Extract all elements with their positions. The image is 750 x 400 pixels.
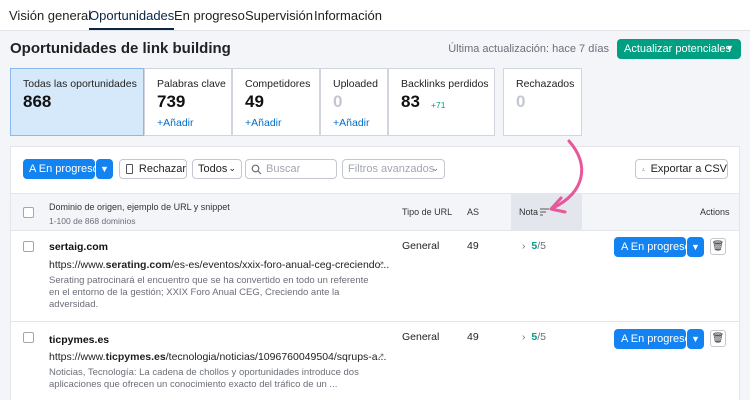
external-link-icon[interactable]: ↗ bbox=[377, 259, 385, 270]
sort-icon[interactable] bbox=[540, 208, 550, 217]
reject-button[interactable]: Rechazar bbox=[119, 159, 187, 179]
row-url[interactable]: https://www.ticpymes.es/tecnologia/notic… bbox=[49, 351, 386, 363]
row-url-type: General bbox=[402, 240, 440, 252]
in-progress-button[interactable]: A En progreso bbox=[23, 159, 99, 179]
row-snippet: Noticias, Tecnología: La cadena de choll… bbox=[49, 367, 359, 390]
table-header: Dominio de origen, ejemplo de URL y snip… bbox=[11, 193, 739, 231]
col-header-rating[interactable]: Nota bbox=[519, 207, 538, 217]
chevron-down-icon: ▼ bbox=[725, 43, 734, 53]
tab-informacion[interactable]: Información bbox=[314, 8, 382, 23]
main-area: Oportunidades de link building Última ac… bbox=[0, 31, 750, 400]
card-all-opportunities[interactable]: Todas las oportunidades 868 bbox=[10, 68, 144, 136]
select-all-checkbox[interactable] bbox=[23, 207, 34, 218]
card-label: Rechazados bbox=[516, 78, 575, 90]
last-updated-text: Última actualización: hace 7 días bbox=[448, 43, 609, 55]
card-value: 0 bbox=[516, 92, 526, 111]
tab-en-progreso[interactable]: En progreso bbox=[174, 8, 245, 23]
tab-supervision[interactable]: Supervisión bbox=[245, 8, 313, 23]
top-nav: Visión general Oportunidades En progreso… bbox=[0, 0, 750, 31]
row-domain[interactable]: ticpymes.es bbox=[49, 334, 109, 346]
col-header-as[interactable]: AS bbox=[467, 207, 479, 217]
card-lost-backlinks[interactable]: Backlinks perdidos 83 +71 bbox=[388, 68, 495, 136]
trash-icon[interactable]: 🗑 bbox=[710, 330, 726, 347]
row-rating[interactable]: › 5/5 bbox=[522, 240, 546, 252]
table-row: sertaig.com https://www.serating.com/es-… bbox=[11, 231, 739, 322]
card-keywords[interactable]: Palabras clave 739 +Añadir bbox=[144, 68, 232, 136]
card-delta: +71 bbox=[431, 100, 446, 110]
card-rejected[interactable]: Rechazados 0 bbox=[503, 68, 582, 136]
row-as: 49 bbox=[467, 240, 479, 252]
chevron-right-icon: › bbox=[522, 241, 526, 252]
opportunities-table-panel: A En progreso ▼ Rechazar Todos ⌄ Filtros… bbox=[10, 146, 740, 400]
col-header-source-count: 1-100 de 868 dominios bbox=[49, 216, 136, 226]
row-rating[interactable]: › 5/5 bbox=[522, 331, 546, 343]
chevron-down-icon[interactable]: ▼ bbox=[96, 159, 113, 179]
col-header-actions: Actions bbox=[700, 207, 730, 217]
card-label: Uploaded bbox=[333, 78, 378, 90]
add-competitors-link[interactable]: +Añadir bbox=[245, 117, 281, 129]
select-all-dropdown[interactable]: Todos ⌄ bbox=[192, 159, 242, 179]
row-in-progress-button[interactable]: A En progreso bbox=[614, 329, 691, 349]
page-title: Oportunidades de link building bbox=[10, 40, 231, 57]
select-all-label: Todos bbox=[198, 163, 228, 175]
row-url[interactable]: https://www.serating.com/es-es/eventos/x… bbox=[49, 259, 389, 271]
card-competitors[interactable]: Competidores 49 +Añadir bbox=[232, 68, 320, 136]
card-value: 868 bbox=[23, 92, 52, 111]
row-domain[interactable]: sertaig.com bbox=[49, 241, 108, 253]
card-uploaded[interactable]: Uploaded 0 +Añadir bbox=[320, 68, 388, 136]
tab-vision-general[interactable]: Visión general bbox=[9, 8, 91, 23]
chevron-down-icon: ⌄ bbox=[431, 163, 439, 173]
chevron-down-icon[interactable]: ▼ bbox=[687, 237, 704, 257]
export-csv-button[interactable]: Exportar a CSV bbox=[635, 159, 728, 179]
search-icon bbox=[251, 164, 262, 175]
trash-icon bbox=[126, 164, 133, 174]
row-in-progress-button[interactable]: A En progreso bbox=[614, 237, 691, 257]
add-keywords-link[interactable]: +Añadir bbox=[157, 117, 193, 129]
row-url-type: General bbox=[402, 331, 440, 343]
row-checkbox[interactable] bbox=[23, 332, 34, 343]
row-checkbox[interactable] bbox=[23, 241, 34, 252]
card-label: Backlinks perdidos bbox=[401, 78, 489, 90]
chevron-right-icon: › bbox=[522, 332, 526, 343]
card-value: 83 bbox=[401, 92, 420, 111]
export-csv-label: Exportar a CSV bbox=[650, 163, 727, 175]
search-input[interactable] bbox=[266, 162, 334, 176]
chevron-down-icon: ⌄ bbox=[228, 163, 236, 173]
card-label: Todas las oportunidades bbox=[23, 78, 137, 90]
reject-label: Rechazar bbox=[138, 163, 186, 175]
col-header-source: Dominio de origen, ejemplo de URL y snip… bbox=[49, 202, 230, 212]
advanced-filters-dropdown[interactable]: Filtros avanzados ⌄ bbox=[342, 159, 445, 179]
row-as: 49 bbox=[467, 331, 479, 343]
add-uploaded-link[interactable]: +Añadir bbox=[333, 117, 369, 129]
table-row: ticpymes.es https://www.ticpymes.es/tecn… bbox=[11, 322, 739, 400]
chevron-down-icon[interactable]: ▼ bbox=[687, 329, 704, 349]
card-value: 739 bbox=[157, 92, 186, 111]
card-label: Palabras clave bbox=[157, 78, 226, 90]
external-link-icon[interactable]: ↗ bbox=[377, 351, 385, 362]
update-potentials-label: Actualizar potenciales bbox=[624, 43, 732, 55]
trash-icon[interactable]: 🗑 bbox=[710, 238, 726, 255]
card-value: 0 bbox=[333, 92, 343, 111]
row-snippet: Serating patrocinará el encuentro que se… bbox=[49, 275, 369, 310]
col-header-url-type[interactable]: Tipo de URL bbox=[402, 207, 452, 217]
card-value: 49 bbox=[245, 92, 264, 111]
tab-oportunidades[interactable]: Oportunidades bbox=[89, 8, 175, 30]
upload-icon bbox=[642, 167, 645, 171]
search-box[interactable] bbox=[245, 159, 337, 179]
card-label: Competidores bbox=[245, 78, 311, 90]
update-potentials-button[interactable]: Actualizar potenciales ▼ bbox=[617, 39, 741, 59]
advanced-filters-label: Filtros avanzados bbox=[348, 163, 435, 175]
